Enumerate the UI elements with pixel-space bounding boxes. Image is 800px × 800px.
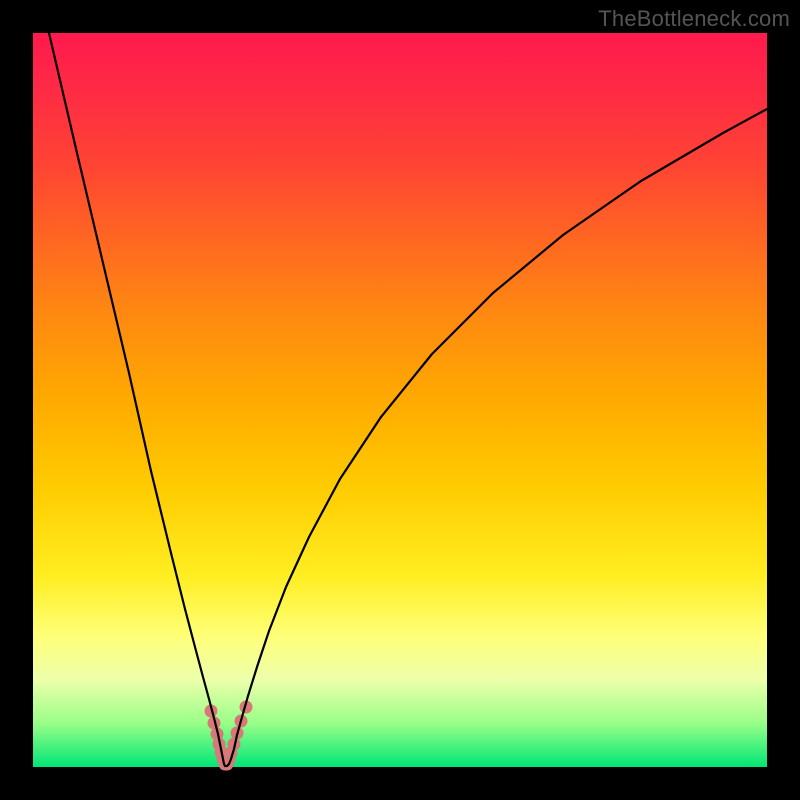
bottleneck-curve: [49, 33, 767, 766]
watermark-text: TheBottleneck.com: [598, 6, 790, 32]
chart-svg: [33, 33, 767, 767]
plot-area: [33, 33, 767, 767]
chart-frame: TheBottleneck.com: [0, 0, 800, 800]
